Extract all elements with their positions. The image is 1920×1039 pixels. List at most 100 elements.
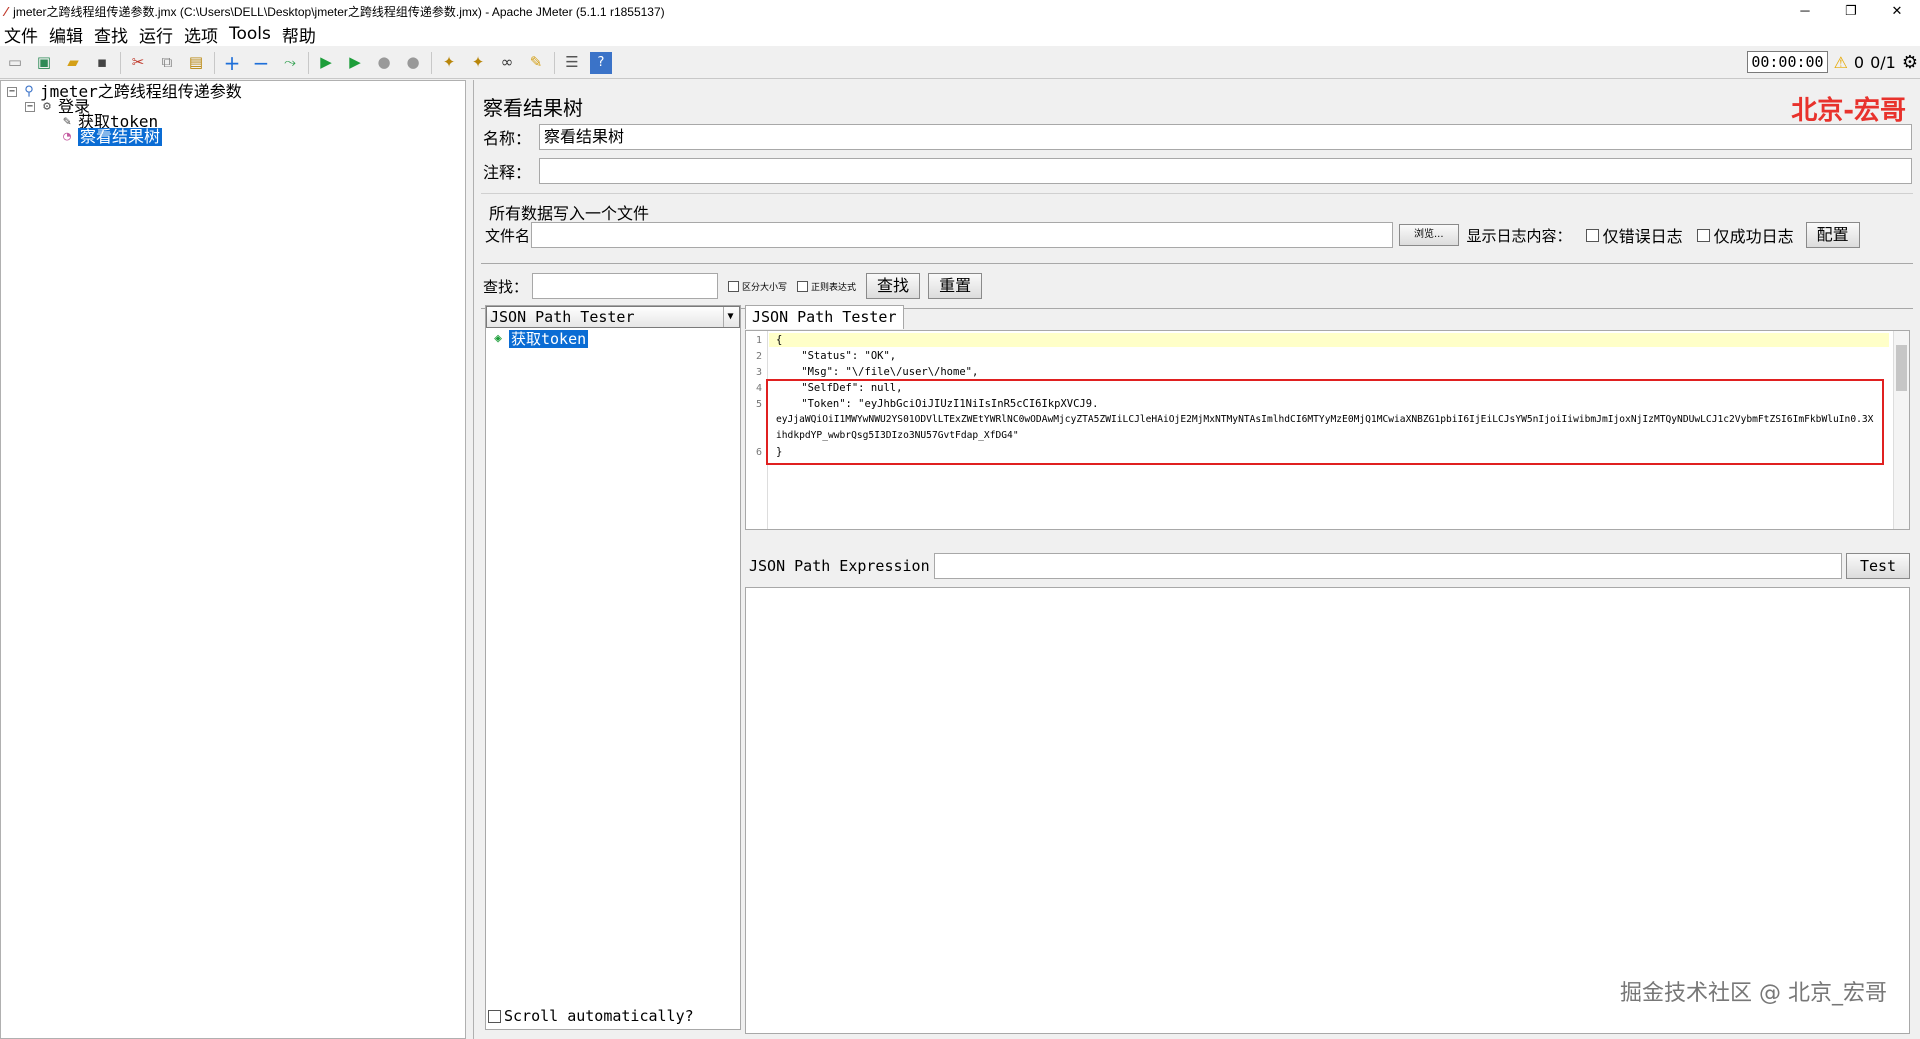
menu-options[interactable]: 选项 bbox=[184, 22, 218, 47]
sample-result-label: 获取token bbox=[509, 330, 589, 348]
success-only-label: 仅成功日志 bbox=[1713, 227, 1794, 246]
clear-all-icon[interactable]: ✦ bbox=[467, 52, 489, 74]
browse-button[interactable]: 浏览... bbox=[1399, 224, 1459, 246]
close-button[interactable]: ✕ bbox=[1874, 0, 1920, 22]
errors-only-label: 仅错误日志 bbox=[1602, 227, 1683, 246]
tab-json-path-tester[interactable]: JSON Path Tester bbox=[745, 305, 904, 329]
json-path-expression-label: JSON Path Expression bbox=[749, 557, 930, 575]
find-button[interactable]: 查找 bbox=[866, 273, 921, 299]
function-helper-icon[interactable]: ☰ bbox=[561, 52, 583, 74]
scrollbar-thumb[interactable] bbox=[1896, 345, 1907, 391]
search-input[interactable] bbox=[532, 273, 719, 299]
file-label: 文件名 bbox=[485, 226, 531, 245]
json-path-expression-row: JSON Path Expression Test bbox=[745, 552, 1910, 580]
checkbox-box bbox=[728, 280, 740, 292]
name-label: 名称： bbox=[483, 129, 532, 148]
panel-splitter[interactable] bbox=[466, 80, 474, 1039]
minimize-button[interactable]: ─ bbox=[1782, 0, 1828, 22]
reset-search-icon[interactable]: ✎ bbox=[525, 52, 547, 74]
menu-search[interactable]: 查找 bbox=[94, 22, 128, 47]
checkbox-box bbox=[1585, 228, 1599, 242]
menu-run[interactable]: 运行 bbox=[139, 22, 173, 47]
thread-count: 0/1 bbox=[1870, 52, 1896, 72]
code-line: { bbox=[776, 334, 783, 346]
tree-listener[interactable]: ◔ 察看结果树 bbox=[59, 128, 163, 146]
open-icon[interactable]: ▰ bbox=[62, 52, 84, 74]
current-line-highlight bbox=[769, 333, 1889, 347]
paste-icon[interactable]: ▤ bbox=[185, 52, 207, 74]
name-field[interactable]: 察看结果树 bbox=[539, 124, 1912, 150]
json-path-expression-input[interactable] bbox=[933, 553, 1842, 579]
collapse-toggle-icon[interactable]: − bbox=[25, 102, 35, 112]
window-title: jmeter之跨线程组传递参数.jmx (C:\Users\DELL\Deskt… bbox=[13, 4, 665, 19]
shutdown-icon[interactable]: ● bbox=[402, 52, 424, 74]
case-sensitive-label: 区分大小写 bbox=[742, 282, 788, 293]
test-button[interactable]: Test bbox=[1846, 553, 1910, 579]
save-icon[interactable]: ▪ bbox=[91, 52, 113, 74]
search-binoculars-icon[interactable]: ∞ bbox=[496, 52, 518, 74]
panel-title: 察看结果树 bbox=[483, 96, 583, 120]
highlight-annotation-box bbox=[766, 379, 1884, 465]
start-no-pauses-icon[interactable]: ▶ bbox=[344, 52, 366, 74]
response-body[interactable]: 1 2 3 4 5 6 { "Status": "OK", "Msg": "\/… bbox=[745, 330, 1910, 530]
stop-icon[interactable]: ● bbox=[373, 52, 395, 74]
regex-label: 正则表达式 bbox=[811, 282, 857, 293]
collapse-toggle-icon[interactable]: − bbox=[7, 87, 17, 97]
code-line: "Status": "OK", bbox=[776, 350, 897, 362]
toggle-icon[interactable]: ⤳ bbox=[279, 52, 301, 74]
regex-checkbox[interactable]: 正则表达式 bbox=[797, 280, 856, 293]
vertical-scrollbar[interactable] bbox=[1893, 331, 1909, 529]
line-number-gutter: 1 2 3 4 5 6 bbox=[746, 331, 768, 529]
clear-icon[interactable]: ✦ bbox=[438, 52, 460, 74]
success-only-checkbox[interactable]: 仅成功日志 bbox=[1696, 223, 1794, 247]
elapsed-timer: 00:00:00 bbox=[1747, 51, 1828, 73]
collapse-icon[interactable]: − bbox=[250, 52, 272, 74]
warning-icon[interactable]: ⚠ bbox=[1834, 53, 1848, 72]
templates-icon[interactable]: ▣ bbox=[33, 52, 55, 74]
line-number: 6 bbox=[755, 447, 762, 458]
response-view: JSON Path Tester 1 2 3 4 5 6 { "Status":… bbox=[745, 305, 1910, 1035]
toolbar: ▭ ▣ ▰ ▪ ✂ ⧉ ▤ + − ⤳ ▶ ▶ ● ● ✦ ✦ ∞ ✎ ☰ ? … bbox=[0, 47, 1920, 79]
search-row: 查找： 区分大小写 正则表达式 查找 重置 bbox=[481, 263, 1913, 309]
warning-count: 0 bbox=[1853, 52, 1865, 72]
configure-button[interactable]: 配置 bbox=[1805, 222, 1860, 248]
maximize-button[interactable]: ❐ bbox=[1828, 0, 1874, 22]
comment-field[interactable] bbox=[539, 158, 1912, 184]
json-path-result-area[interactable]: 掘金技术社区 @ 北京_宏哥 bbox=[745, 587, 1910, 1034]
case-sensitive-checkbox[interactable]: 区分大小写 bbox=[728, 280, 787, 293]
title-bar: ⁄ jmeter之跨线程组传递参数.jmx (C:\Users\DELL\Des… bbox=[0, 0, 1920, 22]
name-row: 名称： 察看结果树 bbox=[483, 124, 1912, 150]
errors-only-checkbox[interactable]: 仅错误日志 bbox=[1585, 223, 1683, 247]
help-icon[interactable]: ? bbox=[590, 51, 612, 74]
search-label: 查找： bbox=[483, 277, 529, 296]
start-icon[interactable]: ▶ bbox=[315, 52, 337, 74]
menu-edit[interactable]: 编辑 bbox=[49, 22, 83, 47]
line-number: 3 bbox=[755, 367, 762, 378]
line-number: 5 bbox=[755, 399, 762, 410]
copy-icon[interactable]: ⧉ bbox=[156, 52, 178, 74]
scroll-automatically-checkbox[interactable]: Scroll automatically? bbox=[488, 1007, 694, 1025]
jmeter-feather-icon: ⁄ bbox=[5, 3, 8, 19]
file-output-group: 所有数据写入一个文件 文件名 浏览... 显示日志内容： 仅错误日志 仅成功日志… bbox=[481, 193, 1913, 249]
checkbox-box bbox=[797, 280, 809, 292]
toolbar-separator bbox=[431, 51, 432, 74]
filename-field[interactable] bbox=[531, 222, 1393, 248]
expand-icon[interactable]: + bbox=[221, 52, 243, 74]
comment-row: 注释： bbox=[483, 158, 1912, 184]
line-number: 1 bbox=[755, 335, 762, 346]
toolbar-status: 00:00:00 ⚠ 0 0/1 ⚙ bbox=[1747, 51, 1918, 73]
cut-icon[interactable]: ✂ bbox=[127, 52, 149, 74]
menu-tools[interactable]: Tools bbox=[229, 24, 271, 44]
file-row: 文件名 浏览... 显示日志内容： 仅错误日志 仅成功日志 配置 bbox=[485, 222, 1913, 248]
menu-bar: 文件 编辑 查找 运行 选项 Tools 帮助 bbox=[0, 22, 1920, 47]
toolbar-separator bbox=[214, 51, 215, 74]
new-icon[interactable]: ▭ bbox=[4, 52, 26, 74]
chevron-down-icon[interactable]: ▼ bbox=[723, 307, 737, 327]
menu-file[interactable]: 文件 bbox=[4, 22, 38, 47]
renderer-select[interactable]: JSON Path Tester ▼ bbox=[486, 306, 740, 328]
reset-button[interactable]: 重置 bbox=[928, 273, 983, 299]
sample-result-item[interactable]: ◈ 获取token bbox=[490, 330, 589, 348]
menu-help[interactable]: 帮助 bbox=[282, 22, 316, 47]
scroll-automatically-label: Scroll automatically? bbox=[504, 1007, 694, 1025]
test-plan-tree: − ⚲ jmeter之跨线程组传递参数 − ⚙ 登录 ✎ 获取token ◔ 察… bbox=[0, 80, 466, 1039]
